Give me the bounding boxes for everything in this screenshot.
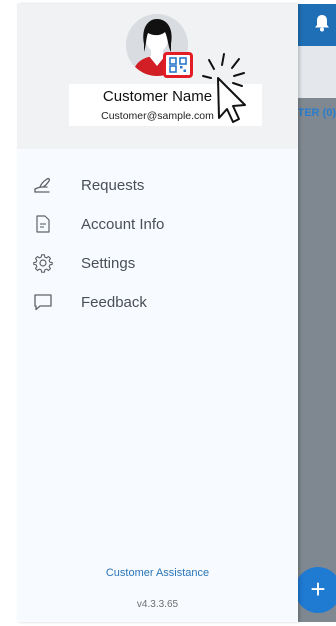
gear-icon (33, 254, 53, 273)
drawer-menu: Requests Account Info Settings Feedback (17, 166, 298, 322)
requests-icon (34, 177, 50, 193)
bell-icon[interactable] (314, 14, 330, 32)
chat-icon (34, 294, 52, 311)
click-cursor-icon (202, 53, 246, 123)
qr-code-icon (169, 57, 187, 73)
app-version: v4.3.3.65 (136, 599, 179, 610)
menu-item-feedback[interactable]: Feedback (17, 283, 298, 322)
add-button[interactable]: + (295, 567, 336, 613)
menu-item-settings[interactable]: Settings (17, 244, 298, 283)
document-icon (36, 215, 50, 233)
menu-item-account-info[interactable]: Account Info (17, 205, 298, 244)
menu-item-requests[interactable]: Requests (17, 166, 298, 205)
customer-assistance-link[interactable]: Customer Assistance (17, 567, 298, 579)
qr-code-button[interactable] (163, 52, 193, 78)
navigation-drawer: Customer Name Customer@sample.com Reques… (17, 4, 298, 622)
menu-label-feedback: Feedback (81, 294, 147, 311)
menu-label-account-info: Account Info (81, 216, 165, 233)
menu-label-requests: Requests (81, 177, 145, 194)
menu-label-settings: Settings (81, 255, 136, 272)
tab-filter-label[interactable]: TER (0) (298, 107, 336, 119)
